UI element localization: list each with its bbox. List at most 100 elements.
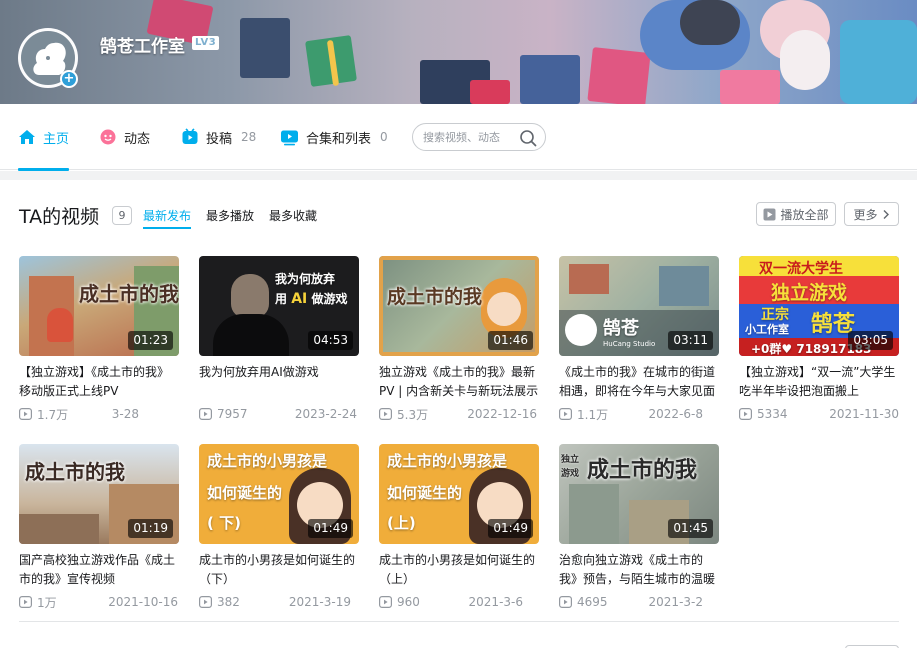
thumb-title-text: 小工作室 — [745, 323, 789, 336]
tab-home[interactable]: 主页 — [18, 104, 70, 171]
sort-tab-latest[interactable]: 最新发布 — [143, 207, 191, 224]
video-title[interactable]: 【独立游戏】《成土市的我》移动版正式上线PV — [19, 363, 179, 401]
thumb-title-text: (上) — [387, 514, 416, 532]
thumb-title-line: 用 AI 做游戏 — [275, 290, 347, 307]
video-thumbnail[interactable]: 成土市的小男孩是 如何诞生的 ( 下) 01:49 — [199, 444, 359, 544]
video-thumbnail[interactable]: 成土市的我 01:19 — [19, 444, 179, 544]
thumb-title-text: 我为何放弃 — [275, 272, 336, 286]
thumb-title-text: 成土市的小男孩是 — [207, 452, 328, 470]
video-play-count: 1万 — [37, 595, 57, 610]
video-thumbnail[interactable]: 独立 游戏 成土市的我 01:45 — [559, 444, 719, 544]
video-duration: 01:49 — [308, 519, 353, 538]
profile-name: 鹄苍工作室 — [100, 37, 185, 57]
search-box[interactable] — [412, 123, 546, 151]
video-meta: 960 2021-3-6 — [379, 593, 539, 611]
thumb-person-body — [213, 314, 289, 356]
video-card[interactable]: 我为何放弃 用 AI 做游戏 04:53 我为何放弃用AI做游戏 7957 20… — [199, 256, 359, 423]
thumb-character-face — [487, 292, 521, 326]
video-title[interactable]: 成土市的小男孩是如何诞生的（下） — [199, 551, 359, 589]
tab-collections[interactable]: 合集和列表 0 — [280, 104, 388, 170]
video-date: 2022-6-8 — [648, 407, 703, 421]
video-card[interactable]: 独立 游戏 成土市的我 01:45 治愈向独立游戏《成土市的我》预告，与陌生城市… — [559, 444, 719, 611]
video-play-count: 1.1万 — [577, 407, 609, 422]
play-count-icon — [199, 408, 212, 420]
video-card[interactable]: 成土市的小男孩是 如何诞生的 (上) 01:49 成土市的小男孩是如何诞生的（上… — [379, 444, 539, 611]
video-title[interactable]: 独立游戏《成土市的我》最新PV | 内含新关卡与新玩法展示 — [379, 363, 539, 401]
more-button[interactable]: 更多 — [844, 202, 899, 226]
play-count-icon — [379, 408, 392, 420]
thumb-title-text: 独立游戏 — [771, 282, 848, 304]
video-duration: 01:49 — [488, 519, 533, 538]
play-all-label: 播放全部 — [780, 207, 829, 222]
tab-dynamic[interactable]: 动态 — [99, 104, 150, 170]
thumb-person-head — [231, 274, 269, 318]
chevron-right-icon — [883, 209, 889, 219]
tab-videos[interactable]: 投稿 28 — [181, 104, 256, 170]
thumb-title-text: 鹄苍 — [603, 318, 639, 339]
video-thumbnail[interactable]: 成土市的我 01:46 — [379, 256, 539, 356]
video-card[interactable]: 双一流大学生 独立游戏 正宗 小工作室 鹄苍 +0群♥ 718917183 03… — [739, 256, 899, 423]
search-input[interactable] — [423, 129, 519, 146]
play-all-button[interactable]: 播放全部 — [756, 202, 836, 226]
video-title[interactable]: 我为何放弃用AI做游戏 — [199, 363, 359, 401]
play-count-icon — [559, 408, 572, 420]
play-count-icon — [739, 408, 752, 420]
video-card[interactable]: 成土市的小男孩是 如何诞生的 ( 下) 01:49 成土市的小男孩是如何诞生的（… — [199, 444, 359, 611]
video-card[interactable]: 成土市的我 01:23 【独立游戏】《成土市的我》移动版正式上线PV 1.7万 … — [19, 256, 179, 423]
thumb-title-text: 成土市的小男孩是 — [387, 452, 508, 470]
video-thumbnail[interactable]: 双一流大学生 独立游戏 正宗 小工作室 鹄苍 +0群♥ 718917183 03… — [739, 256, 899, 356]
thumb-title-text: 成土市的我 — [79, 282, 179, 306]
section-divider — [0, 171, 917, 180]
video-play-count: 1.7万 — [37, 407, 69, 422]
section-bottom-divider — [19, 621, 899, 622]
profile-banner: + 鹄苍工作室 LV3 — [0, 0, 917, 104]
verified-plus-icon: + — [60, 70, 78, 88]
play-count-icon — [199, 596, 212, 608]
thumb-title-text: 成土市的我 — [387, 286, 483, 308]
video-date: 2021-10-16 — [108, 595, 178, 609]
thumb-building — [569, 484, 619, 544]
thumb-character — [47, 308, 73, 342]
play-count-icon — [559, 596, 572, 608]
video-card[interactable]: 成土市的我 01:46 独立游戏《成土市的我》最新PV | 内含新关卡与新玩法展… — [379, 256, 539, 423]
banner-gift — [470, 80, 510, 104]
video-icon — [182, 128, 198, 144]
thumb-title-text: 游戏 — [561, 469, 580, 479]
profile-nav: 主页 动态 投稿 28 合集和列表 0 — [0, 104, 917, 171]
video-title[interactable]: 国产高校独立游戏作品《成土市的我》宣传视频 — [19, 551, 179, 589]
sort-tab-underline — [143, 227, 191, 229]
video-play-count: 5.3万 — [397, 407, 429, 422]
video-card[interactable]: 成土市的我 01:19 国产高校独立游戏作品《成土市的我》宣传视频 1万 202… — [19, 444, 179, 611]
video-title[interactable]: 【独立游戏】“双一流”大学生吃半年毕设把泡面搬上 — [739, 363, 899, 401]
squirrel-logo-icon — [565, 314, 597, 346]
thumb-building — [19, 514, 99, 544]
video-play-count: 4695 — [577, 595, 608, 609]
thumb-title-text: ( 下) — [207, 514, 241, 532]
video-title[interactable]: 《成土市的我》在城市的街道相遇，即将在今年与大家见面 — [559, 363, 719, 401]
video-thumbnail[interactable]: 成土市的我 01:23 — [19, 256, 179, 356]
level-badge: LV3 — [192, 36, 220, 50]
video-duration: 04:53 — [308, 331, 353, 350]
video-thumbnail[interactable]: 我为何放弃 用 AI 做游戏 04:53 — [199, 256, 359, 356]
thumb-title-text: 成土市的我 — [25, 460, 125, 484]
banner-bunny — [780, 30, 830, 90]
video-title[interactable]: 成土市的小男孩是如何诞生的（上） — [379, 551, 539, 589]
video-thumbnail[interactable]: 鹄苍 HuCang Studio 03:11 — [559, 256, 719, 356]
search-icon[interactable] — [519, 129, 537, 147]
video-thumbnail[interactable]: 成土市的小男孩是 如何诞生的 (上) 01:49 — [379, 444, 539, 544]
banner-gift — [720, 70, 780, 104]
play-icon — [763, 208, 776, 220]
video-date: 2022-12-16 — [467, 407, 537, 421]
banner-bear — [680, 0, 740, 45]
sort-tab-most-played[interactable]: 最多播放 — [206, 207, 254, 224]
home-icon — [19, 130, 35, 144]
video-title[interactable]: 治愈向独立游戏《成土市的我》预告，与陌生城市的温暖 — [559, 551, 719, 589]
tab-dynamic-label: 动态 — [124, 131, 151, 147]
video-meta: 4695 2021-3-2 — [559, 593, 719, 611]
video-date: 2021-3-19 — [288, 595, 351, 609]
thumb-title-text: 双一流大学生 — [759, 261, 843, 277]
video-meta: 1万 2021-10-16 — [19, 593, 179, 611]
play-count-icon — [19, 596, 32, 608]
video-card[interactable]: 鹄苍 HuCang Studio 03:11 《成土市的我》在城市的街道相遇，即… — [559, 256, 719, 423]
sort-tab-most-favorited[interactable]: 最多收藏 — [269, 207, 317, 224]
